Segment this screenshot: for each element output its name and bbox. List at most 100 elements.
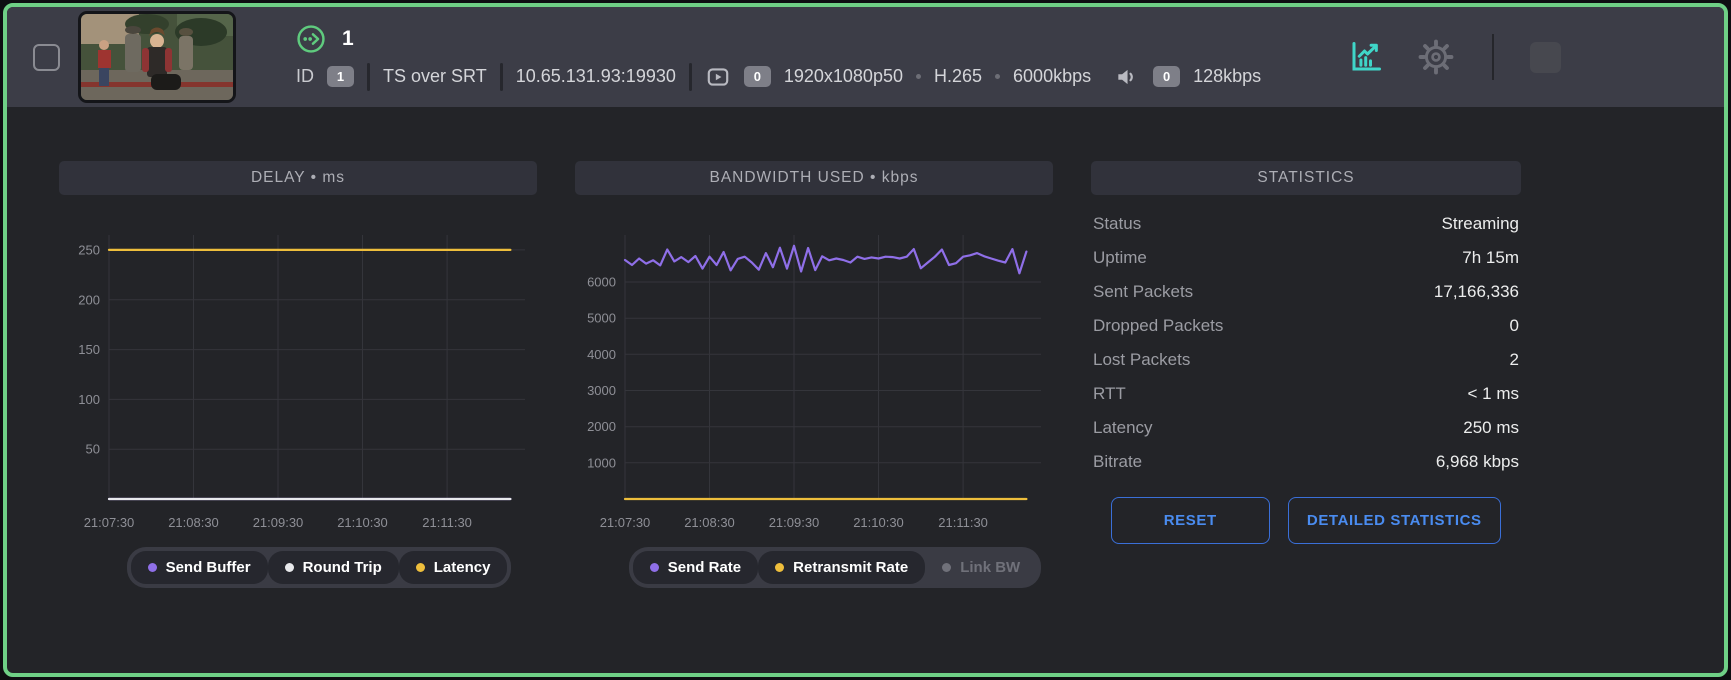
stat-label: RTT <box>1093 384 1126 404</box>
id-badge: 1 <box>327 66 354 87</box>
audio-track-icon <box>1114 64 1140 90</box>
stat-value: 6,968 kbps <box>1436 452 1519 472</box>
legend-item-send-rate[interactable]: Send Rate <box>633 551 758 584</box>
bandwidth-chart: 21:07:30 21:08:30 21:09:30 21:10:30 21:11:30… <box>575 217 1053 535</box>
legend-item-latency[interactable]: Latency <box>399 551 508 584</box>
legend-item-link-bw[interactable]: Link BW <box>925 551 1037 584</box>
svg-text:21:11:30: 21:11:30 <box>938 515 988 530</box>
stream-select-checkbox[interactable] <box>33 44 60 71</box>
stat-row-latency: Latency 250 ms <box>1093 411 1519 445</box>
gear-icon[interactable] <box>1416 37 1456 77</box>
stop-button[interactable] <box>1530 42 1561 73</box>
stat-row-sent-packets: Sent Packets 17,166,336 <box>1093 275 1519 309</box>
svg-text:200: 200 <box>78 292 100 307</box>
svg-text:4000: 4000 <box>587 347 616 362</box>
legend-label: Round Trip <box>303 559 382 576</box>
stream-title: 1 <box>342 27 354 51</box>
stream-address: 10.65.131.93:19930 <box>516 66 676 87</box>
divider <box>1492 34 1494 80</box>
svg-text:21:08:30: 21:08:30 <box>168 515 219 530</box>
stat-value: 2 <box>1510 350 1519 370</box>
bandwidth-panel: BANDWIDTH USED • kbps 21:07:3021:08:3021… <box>575 161 1053 588</box>
divider <box>689 63 692 91</box>
statistics-panel: STATISTICS Status Streaming Uptime 7h 15… <box>1091 161 1521 544</box>
legend-dot <box>942 563 951 572</box>
svg-text:21:09:30: 21:09:30 <box>253 515 304 530</box>
legend-label: Latency <box>434 559 491 576</box>
delay-panel: DELAY • ms 21:07:30 21:08:30 21:09:30 21:10… <box>59 161 537 588</box>
stream-details: DELAY • ms 21:07:30 21:08:30 21:09:30 21:10… <box>7 107 1724 588</box>
svg-text:100: 100 <box>78 392 100 407</box>
svg-text:21:10:30: 21:10:30 <box>337 515 388 530</box>
legend-dot <box>650 563 659 572</box>
legend-label: Send Buffer <box>166 559 251 576</box>
detailed-statistics-button[interactable]: DETAILED STATISTICS <box>1288 497 1501 544</box>
stat-value: 0 <box>1510 316 1519 336</box>
svg-text:21:09:30: 21:09:30 <box>769 515 820 530</box>
stat-label: Lost Packets <box>1093 350 1190 370</box>
svg-text:1000: 1000 <box>587 455 616 470</box>
video-bitrate-label: 6000kbps <box>1013 66 1091 87</box>
id-label: ID <box>296 66 314 87</box>
statistics-rows: Status Streaming Uptime 7h 15m Sent Pack… <box>1091 207 1521 479</box>
delay-chart: 21:07:30 21:08:30 21:09:30 21:10:30 21:11:30… <box>59 217 537 535</box>
thumbnail-scene <box>81 14 233 100</box>
stat-row-rtt: RTT < 1 ms <box>1093 377 1519 411</box>
reset-button[interactable]: RESET <box>1111 497 1270 544</box>
legend-dot <box>148 563 157 572</box>
legend-dot <box>775 563 784 572</box>
video-track-icon <box>705 64 731 90</box>
legend-label: Link BW <box>960 559 1020 576</box>
audio-bitrate-label: 128kbps <box>1193 66 1261 87</box>
svg-text:3000: 3000 <box>587 383 616 398</box>
delay-panel-title: DELAY • ms <box>59 161 537 195</box>
stat-label: Dropped Packets <box>1093 316 1223 336</box>
legend-dot <box>285 563 294 572</box>
stat-row-uptime: Uptime 7h 15m <box>1093 241 1519 275</box>
stat-label: Status <box>1093 214 1141 234</box>
audio-track-count-badge: 0 <box>1153 66 1180 87</box>
stat-row-lost-packets: Lost Packets 2 <box>1093 343 1519 377</box>
legend-label: Retransmit Rate <box>793 559 908 576</box>
svg-text:21:07:30: 21:07:30 <box>84 515 135 530</box>
stat-label: Uptime <box>1093 248 1147 268</box>
svg-text:5000: 5000 <box>587 311 616 326</box>
stat-value: 7h 15m <box>1462 248 1519 268</box>
legend-item-round-trip[interactable]: Round Trip <box>268 551 399 584</box>
stat-label: Sent Packets <box>1093 282 1193 302</box>
svg-text:250: 250 <box>78 242 100 257</box>
separator-dot <box>916 74 921 79</box>
svg-text:21:11:30: 21:11:30 <box>422 515 472 530</box>
video-track-count-badge: 0 <box>744 66 771 87</box>
svg-text:21:08:30: 21:08:30 <box>684 515 735 530</box>
stream-header-bar: 1 ID 1 TS over SRT 10.65.131.93:19930 0 … <box>7 7 1724 107</box>
resolution-label: 1920x1080p50 <box>784 66 903 87</box>
svg-text:50: 50 <box>86 442 100 457</box>
separator-dot <box>995 74 1000 79</box>
legend-item-retransmit-rate[interactable]: Retransmit Rate <box>758 551 925 584</box>
stat-row-bitrate: Bitrate 6,968 kbps <box>1093 445 1519 479</box>
svg-text:21:07:30: 21:07:30 <box>600 515 651 530</box>
stat-row-dropped-packets: Dropped Packets 0 <box>1093 309 1519 343</box>
codec-label: H.265 <box>934 66 982 87</box>
stat-label: Latency <box>1093 418 1153 438</box>
divider <box>367 63 370 91</box>
legend-label: Send Rate <box>668 559 741 576</box>
header-actions <box>1346 34 1724 80</box>
stream-thumbnail[interactable] <box>78 11 236 103</box>
stat-label: Bitrate <box>1093 452 1142 472</box>
svg-text:150: 150 <box>78 342 100 357</box>
delay-chart-legend: Send Buffer Round Trip Latency <box>127 547 512 588</box>
legend-dot <box>416 563 425 572</box>
bandwidth-panel-title: BANDWIDTH USED • kbps <box>575 161 1053 195</box>
stream-info: 1 ID 1 TS over SRT 10.65.131.93:19930 0 … <box>296 24 1261 91</box>
stat-value: 250 ms <box>1463 418 1519 438</box>
legend-item-send-buffer[interactable]: Send Buffer <box>131 551 268 584</box>
stat-value: < 1 ms <box>1468 384 1520 404</box>
svg-text:21:10:30: 21:10:30 <box>853 515 904 530</box>
svg-text:2000: 2000 <box>587 419 616 434</box>
statistics-panel-title: STATISTICS <box>1091 161 1521 195</box>
statistics-chart-icon[interactable] <box>1346 37 1386 77</box>
stat-row-status: Status Streaming <box>1093 207 1519 241</box>
protocol-label: TS over SRT <box>383 66 487 87</box>
